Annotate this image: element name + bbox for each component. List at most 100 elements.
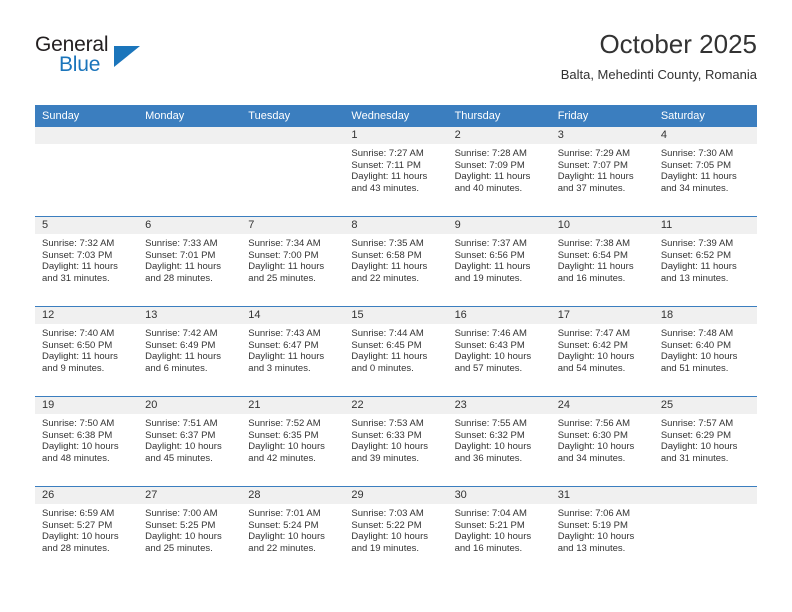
sunset-text: Sunset: 7:09 PM — [454, 159, 525, 171]
calendar-day-cell[interactable]: 29 Sunrise: 7:03 AM Sunset: 5:22 PM Dayligh… — [344, 486, 448, 576]
sunset-text: Sunset: 5:19 PM — [557, 519, 628, 531]
day-details: Sunrise: 7:38 AM Sunset: 6:54 PM Daylight:… — [551, 234, 654, 284]
day-cell-inner: 10 Sunrise: 7:38 AM Sunset: 6:54 PM Dayligh… — [550, 217, 654, 306]
day-cell-inner: 9 Sunrise: 7:37 AM Sunset: 6:56 PM Daylight… — [447, 217, 551, 306]
calendar-week-row: 5 Sunrise: 7:32 AM Sunset: 7:03 PM Daylight… — [35, 216, 757, 307]
sunrise-text: Sunrise: 7:00 AM — [145, 508, 218, 519]
calendar-day-cell[interactable]: 12 Sunrise: 7:40 AM Sunset: 6:50 PM Dayligh… — [35, 306, 139, 397]
daylight-text-line2: and 9 minutes. — [42, 362, 105, 374]
day-cell-inner: 16 Sunrise: 7:46 AM Sunset: 6:43 PM Dayligh… — [447, 307, 551, 396]
day-cell-inner: 21 Sunrise: 7:52 AM Sunset: 6:35 PM Dayligh… — [241, 397, 345, 486]
calendar-week-row: 26 Sunrise: 6:59 AM Sunset: 5:27 PM Dayligh… — [35, 486, 757, 576]
sunrise-text: Sunrise: 7:57 AM — [660, 418, 734, 429]
sunset-text: Sunset: 6:33 PM — [351, 429, 422, 441]
day-number: 27 — [138, 487, 242, 504]
sunset-text: Sunset: 5:25 PM — [145, 519, 216, 531]
daylight-text-line1: Daylight: 10 hours — [557, 441, 635, 453]
calendar-day-cell[interactable]: 14 Sunrise: 7:43 AM Sunset: 6:47 PM Dayligh… — [241, 306, 345, 397]
calendar-day-cell[interactable]: 13 Sunrise: 7:42 AM Sunset: 6:49 PM Dayligh… — [138, 306, 242, 397]
day-details: Sunrise: 7:55 AM Sunset: 6:32 PM Daylight:… — [448, 414, 551, 464]
day-number: 22 — [344, 397, 448, 414]
calendar-day-cell[interactable]: 7 Sunrise: 7:34 AM Sunset: 7:00 PM Daylight… — [241, 216, 345, 307]
sunrise-text: Sunrise: 7:30 AM — [660, 148, 734, 159]
calendar-day-cell[interactable]: 9 Sunrise: 7:37 AM Sunset: 6:56 PM Daylight… — [447, 216, 551, 307]
calendar-day-cell[interactable]: 10 Sunrise: 7:38 AM Sunset: 6:54 PM Dayligh… — [550, 216, 654, 307]
calendar-day-cell[interactable]: 6 Sunrise: 7:33 AM Sunset: 7:01 PM Daylight… — [138, 216, 242, 307]
weekday-header-friday: Friday — [550, 105, 654, 127]
calendar-day-cell[interactable]: 31 Sunrise: 7:06 AM Sunset: 5:19 PM Dayligh… — [550, 486, 654, 576]
day-number: 24 — [550, 397, 654, 414]
calendar-day-cell[interactable]: 26 Sunrise: 6:59 AM Sunset: 5:27 PM Dayligh… — [35, 486, 139, 576]
title-block: October 2025 Balta, Mehedinti County, Ro… — [561, 28, 757, 84]
day-number: 23 — [447, 397, 551, 414]
calendar-day-cell[interactable]: 20 Sunrise: 7:51 AM Sunset: 6:37 PM Dayligh… — [138, 396, 242, 487]
daylight-text-line1: Daylight: 11 hours — [42, 351, 118, 363]
calendar-body: 1 Sunrise: 7:27 AM Sunset: 7:11 PM Daylight… — [35, 127, 757, 576]
day-cell-inner: 1 Sunrise: 7:27 AM Sunset: 7:11 PM Daylight… — [344, 127, 448, 216]
daylight-text-line2: and 51 minutes. — [660, 362, 729, 374]
day-number — [653, 487, 757, 504]
weekday-header-tuesday: Tuesday — [241, 105, 345, 127]
day-details: Sunrise: 7:37 AM Sunset: 6:56 PM Daylight:… — [448, 234, 551, 284]
calendar-day-cell[interactable]: 1 Sunrise: 7:27 AM Sunset: 7:11 PM Daylight… — [344, 127, 448, 217]
daylight-text-line1: Daylight: 10 hours — [454, 531, 532, 543]
calendar-day-cell[interactable]: 16 Sunrise: 7:46 AM Sunset: 6:43 PM Dayligh… — [447, 306, 551, 397]
day-details: Sunrise: 7:56 AM Sunset: 6:30 PM Daylight:… — [551, 414, 654, 464]
day-details: Sunrise: 7:33 AM Sunset: 7:01 PM Daylight:… — [138, 234, 241, 284]
day-number: 15 — [344, 307, 448, 324]
page-subtitle: Balta, Mehedinti County, Romania — [560, 67, 757, 82]
sunset-text: Sunset: 6:35 PM — [248, 429, 319, 441]
calendar-day-cell[interactable]: 17 Sunrise: 7:47 AM Sunset: 6:42 PM Dayligh… — [550, 306, 654, 397]
calendar-day-cell[interactable]: 30 Sunrise: 7:04 AM Sunset: 5:21 PM Dayligh… — [447, 486, 551, 576]
calendar-day-cell[interactable]: 25 Sunrise: 7:57 AM Sunset: 6:29 PM Dayligh… — [653, 396, 757, 487]
day-details: Sunrise: 7:42 AM Sunset: 6:49 PM Daylight:… — [138, 324, 241, 374]
sunset-text: Sunset: 6:42 PM — [557, 339, 628, 351]
day-number: 9 — [447, 217, 551, 234]
daylight-text-line1: Daylight: 11 hours — [145, 351, 222, 363]
calendar-day-cell[interactable]: 23 Sunrise: 7:55 AM Sunset: 6:32 PM Dayligh… — [447, 396, 551, 487]
daylight-text-line1: Daylight: 11 hours — [660, 261, 737, 273]
calendar-day-cell[interactable]: 3 Sunrise: 7:29 AM Sunset: 7:07 PM Daylight… — [550, 127, 654, 217]
calendar-table: Sunday Monday Tuesday Wednesday Thursday Frid… — [35, 105, 757, 576]
calendar-day-cell[interactable]: 11 Sunrise: 7:39 AM Sunset: 6:52 PM Dayligh… — [653, 216, 757, 307]
day-details: Sunrise: 7:46 AM Sunset: 6:43 PM Daylight:… — [448, 324, 551, 374]
day-number: 13 — [138, 307, 242, 324]
calendar-day-cell[interactable]: 21 Sunrise: 7:52 AM Sunset: 6:35 PM Dayligh… — [241, 396, 345, 487]
calendar-day-cell[interactable]: 22 Sunrise: 7:53 AM Sunset: 6:33 PM Dayligh… — [344, 396, 448, 487]
day-details: Sunrise: 6:59 AM Sunset: 5:27 PM Daylight:… — [35, 504, 138, 554]
calendar-day-cell[interactable]: 15 Sunrise: 7:44 AM Sunset: 6:45 PM Dayligh… — [344, 306, 448, 397]
sunset-text: Sunset: 5:21 PM — [454, 519, 525, 531]
sunset-text: Sunset: 7:07 PM — [557, 159, 628, 171]
calendar-day-cell[interactable]: 4 Sunrise: 7:30 AM Sunset: 7:05 PM Daylight… — [653, 127, 757, 217]
sunrise-text: Sunrise: 7:43 AM — [248, 328, 321, 339]
day-details: Sunrise: 7:51 AM Sunset: 6:37 PM Daylight:… — [138, 414, 241, 464]
daylight-text-line2: and 13 minutes. — [557, 542, 626, 554]
day-cell-inner: 22 Sunrise: 7:53 AM Sunset: 6:33 PM Dayligh… — [344, 397, 448, 486]
day-cell-inner: 26 Sunrise: 6:59 AM Sunset: 5:27 PM Dayligh… — [35, 487, 139, 576]
sunset-text: Sunset: 6:30 PM — [557, 429, 628, 441]
daylight-text-line1: Daylight: 10 hours — [557, 531, 635, 543]
daylight-text-line1: Daylight: 11 hours — [248, 351, 325, 363]
day-cell-inner: 23 Sunrise: 7:55 AM Sunset: 6:32 PM Dayligh… — [447, 397, 551, 486]
day-cell-inner: 29 Sunrise: 7:03 AM Sunset: 5:22 PM Dayligh… — [344, 487, 448, 576]
calendar-day-cell[interactable]: 24 Sunrise: 7:56 AM Sunset: 6:30 PM Dayligh… — [550, 396, 654, 487]
day-details: Sunrise: 7:34 AM Sunset: 7:00 PM Daylight:… — [241, 234, 344, 284]
day-cell-inner: 20 Sunrise: 7:51 AM Sunset: 6:37 PM Dayligh… — [138, 397, 242, 486]
day-number — [241, 127, 345, 144]
daylight-text-line2: and 22 minutes. — [351, 272, 420, 284]
daylight-text-line2: and 57 minutes. — [454, 362, 523, 374]
calendar-day-cell[interactable]: 2 Sunrise: 7:28 AM Sunset: 7:09 PM Daylight… — [447, 127, 551, 217]
day-number — [138, 127, 242, 144]
calendar-day-cell[interactable]: 28 Sunrise: 7:01 AM Sunset: 5:24 PM Dayligh… — [241, 486, 345, 576]
calendar-day-cell[interactable]: 8 Sunrise: 7:35 AM Sunset: 6:58 PM Daylight… — [344, 216, 448, 307]
calendar-day-cell-empty — [241, 127, 345, 217]
calendar-day-cell[interactable]: 27 Sunrise: 7:00 AM Sunset: 5:25 PM Dayligh… — [138, 486, 242, 576]
calendar-day-cell[interactable]: 19 Sunrise: 7:50 AM Sunset: 6:38 PM Dayligh… — [35, 396, 139, 487]
day-details: Sunrise: 7:53 AM Sunset: 6:33 PM Daylight:… — [344, 414, 447, 464]
calendar-day-cell[interactable]: 18 Sunrise: 7:48 AM Sunset: 6:40 PM Dayligh… — [653, 306, 757, 397]
daylight-text-line1: Daylight: 10 hours — [351, 441, 428, 453]
day-number: 31 — [550, 487, 654, 504]
day-number: 1 — [344, 127, 448, 144]
daylight-text-line2: and 13 minutes. — [660, 272, 729, 284]
calendar-day-cell[interactable]: 5 Sunrise: 7:32 AM Sunset: 7:03 PM Daylight… — [35, 216, 139, 307]
